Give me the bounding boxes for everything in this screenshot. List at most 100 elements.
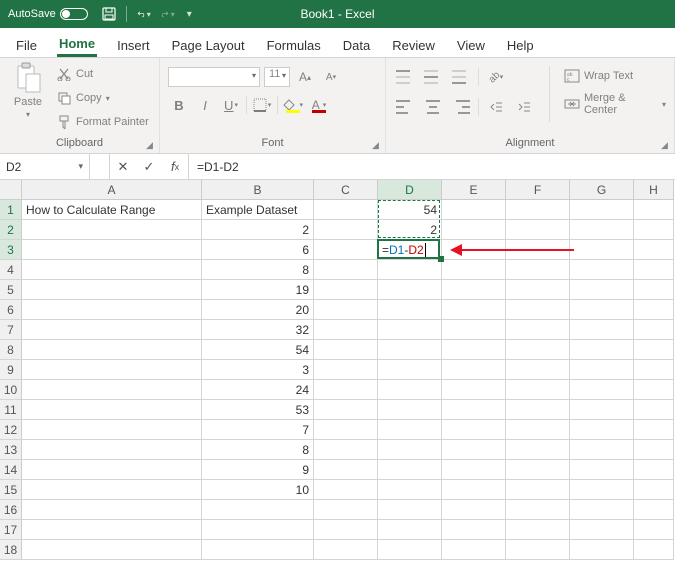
cell[interactable] — [570, 540, 634, 560]
cut-button[interactable]: Cut — [56, 64, 149, 84]
cell[interactable] — [506, 420, 570, 440]
cell[interactable] — [506, 500, 570, 520]
cell[interactable] — [22, 240, 202, 260]
cell[interactable] — [634, 240, 674, 260]
cell[interactable] — [22, 320, 202, 340]
cell[interactable] — [314, 220, 378, 240]
cell[interactable]: 2 — [378, 220, 442, 240]
cell[interactable] — [378, 360, 442, 380]
cell[interactable] — [442, 540, 506, 560]
redo-icon[interactable]: ▾ — [161, 7, 175, 21]
font-size-select[interactable]: 11 — [264, 67, 290, 87]
cell[interactable] — [506, 260, 570, 280]
row-header[interactable]: 14 — [0, 460, 22, 480]
cell[interactable] — [442, 360, 506, 380]
clipboard-dialog-launcher-icon[interactable]: ◢ — [146, 140, 156, 150]
cell[interactable] — [22, 280, 202, 300]
cell[interactable] — [22, 380, 202, 400]
undo-icon[interactable]: ▾ — [137, 7, 151, 21]
cell[interactable] — [22, 400, 202, 420]
cell[interactable]: =D1-D2 — [378, 240, 442, 260]
cell[interactable] — [22, 440, 202, 460]
wrap-text-button[interactable]: abc Wrap Text — [564, 66, 666, 86]
cell[interactable] — [634, 300, 674, 320]
align-bottom-button[interactable] — [450, 66, 472, 88]
cell[interactable] — [634, 360, 674, 380]
cell[interactable] — [442, 220, 506, 240]
decrease-indent-button[interactable] — [485, 96, 507, 118]
cell[interactable]: 7 — [202, 420, 314, 440]
align-top-button[interactable] — [394, 66, 416, 88]
cell[interactable] — [22, 520, 202, 540]
cell[interactable] — [442, 440, 506, 460]
row-header[interactable]: 12 — [0, 420, 22, 440]
cell[interactable] — [570, 340, 634, 360]
underline-button[interactable]: U▾ — [220, 94, 242, 116]
cell[interactable]: 8 — [202, 260, 314, 280]
copy-button[interactable]: Copy ▾ — [56, 88, 149, 108]
cell[interactable] — [506, 400, 570, 420]
enter-formula-button[interactable]: ✓ — [136, 154, 162, 179]
cell[interactable] — [570, 240, 634, 260]
cell[interactable] — [570, 520, 634, 540]
select-all-corner[interactable] — [0, 180, 22, 200]
increase-indent-button[interactable] — [513, 96, 535, 118]
name-box[interactable]: D2 — [0, 154, 90, 179]
cell[interactable] — [314, 300, 378, 320]
cell[interactable] — [314, 420, 378, 440]
cell[interactable] — [506, 200, 570, 220]
tab-view[interactable]: View — [455, 32, 487, 57]
cell[interactable] — [570, 440, 634, 460]
cell[interactable] — [314, 480, 378, 500]
column-header-H[interactable]: H — [634, 180, 674, 200]
column-header-B[interactable]: B — [202, 180, 314, 200]
cell[interactable] — [378, 380, 442, 400]
cell[interactable] — [314, 440, 378, 460]
qat-customize-icon[interactable]: ▾ — [187, 9, 192, 20]
cell[interactable] — [634, 460, 674, 480]
row-header[interactable]: 9 — [0, 360, 22, 380]
cell[interactable] — [378, 400, 442, 420]
font-color-button[interactable]: A▾ — [308, 94, 330, 116]
tab-formulas[interactable]: Formulas — [265, 32, 323, 57]
cell[interactable] — [314, 320, 378, 340]
cell[interactable] — [314, 200, 378, 220]
bold-button[interactable]: B — [168, 94, 190, 116]
cell[interactable] — [506, 220, 570, 240]
cell[interactable] — [634, 260, 674, 280]
cell[interactable] — [442, 340, 506, 360]
cell[interactable] — [378, 260, 442, 280]
cell[interactable] — [314, 540, 378, 560]
cell[interactable] — [570, 460, 634, 480]
cell[interactable] — [378, 440, 442, 460]
cell[interactable] — [442, 380, 506, 400]
save-icon[interactable] — [102, 7, 116, 21]
cell[interactable] — [634, 420, 674, 440]
cell[interactable] — [506, 320, 570, 340]
cell[interactable] — [506, 280, 570, 300]
cell[interactable] — [442, 420, 506, 440]
cell[interactable]: 20 — [202, 300, 314, 320]
cell[interactable] — [314, 460, 378, 480]
cell[interactable] — [202, 500, 314, 520]
cell[interactable] — [22, 480, 202, 500]
cell[interactable] — [570, 480, 634, 500]
cell[interactable] — [378, 480, 442, 500]
row-header[interactable]: 18 — [0, 540, 22, 560]
cell[interactable] — [442, 460, 506, 480]
row-header[interactable]: 16 — [0, 500, 22, 520]
row-header[interactable]: 3 — [0, 240, 22, 260]
cell[interactable] — [22, 220, 202, 240]
cell[interactable] — [634, 220, 674, 240]
row-header[interactable]: 11 — [0, 400, 22, 420]
cell[interactable]: 10 — [202, 480, 314, 500]
cell[interactable] — [506, 360, 570, 380]
column-header-E[interactable]: E — [442, 180, 506, 200]
cell[interactable]: 24 — [202, 380, 314, 400]
cell[interactable] — [634, 500, 674, 520]
merge-center-button[interactable]: Merge & Center ▾ — [564, 94, 666, 114]
align-right-button[interactable] — [450, 96, 472, 118]
tab-file[interactable]: File — [14, 32, 39, 57]
cell[interactable] — [22, 360, 202, 380]
cell[interactable] — [314, 340, 378, 360]
